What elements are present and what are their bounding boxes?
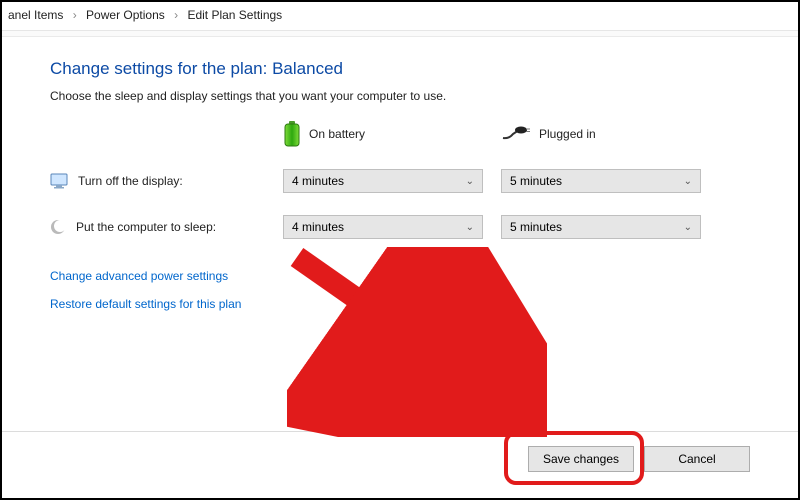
display-plugged-dropdown[interactable]: 5 minutes ⌄ (501, 169, 701, 193)
column-header-battery: On battery (283, 121, 483, 147)
plug-icon (501, 125, 531, 143)
display-battery-dropdown[interactable]: 4 minutes ⌄ (283, 169, 483, 193)
chevron-down-icon: ⌄ (684, 222, 692, 233)
column-header-plugged: Plugged in (501, 125, 701, 143)
sleep-battery-dropdown[interactable]: 4 minutes ⌄ (283, 215, 483, 239)
breadcrumb-item[interactable]: anel Items (8, 8, 63, 22)
chevron-down-icon: ⌄ (684, 176, 692, 187)
advanced-settings-link[interactable]: Change advanced power settings (50, 269, 750, 283)
dropdown-value: 5 minutes (510, 174, 562, 188)
column-header-label: Plugged in (539, 127, 596, 141)
breadcrumb[interactable]: anel Items › Power Options › Edit Plan S… (2, 2, 798, 31)
dropdown-value: 4 minutes (292, 174, 344, 188)
restore-defaults-link[interactable]: Restore default settings for this plan (50, 297, 750, 311)
footer-actions: Save changes Cancel (2, 431, 798, 472)
row-label-display: Turn off the display: (50, 173, 265, 189)
row-label-sleep: Put the computer to sleep: (50, 219, 265, 235)
breadcrumb-item[interactable]: Edit Plan Settings (187, 8, 282, 22)
save-button[interactable]: Save changes (528, 446, 634, 472)
chevron-down-icon: ⌄ (466, 176, 474, 187)
cancel-button[interactable]: Cancel (644, 446, 750, 472)
breadcrumb-item[interactable]: Power Options (86, 8, 165, 22)
row-label-text: Put the computer to sleep: (76, 220, 216, 234)
chevron-right-icon: › (174, 8, 178, 22)
row-label-text: Turn off the display: (78, 174, 183, 188)
chevron-right-icon: › (73, 8, 77, 22)
chevron-down-icon: ⌄ (466, 222, 474, 233)
button-label: Save changes (543, 452, 619, 466)
dropdown-value: 4 minutes (292, 220, 344, 234)
column-header-label: On battery (309, 127, 365, 141)
page-subtitle: Choose the sleep and display settings th… (50, 89, 750, 103)
monitor-icon (50, 173, 68, 189)
battery-icon (283, 121, 301, 147)
sleep-plugged-dropdown[interactable]: 5 minutes ⌄ (501, 215, 701, 239)
page-title: Change settings for the plan: Balanced (50, 59, 750, 79)
dropdown-value: 5 minutes (510, 220, 562, 234)
button-label: Cancel (678, 452, 715, 466)
moon-icon (50, 219, 66, 235)
